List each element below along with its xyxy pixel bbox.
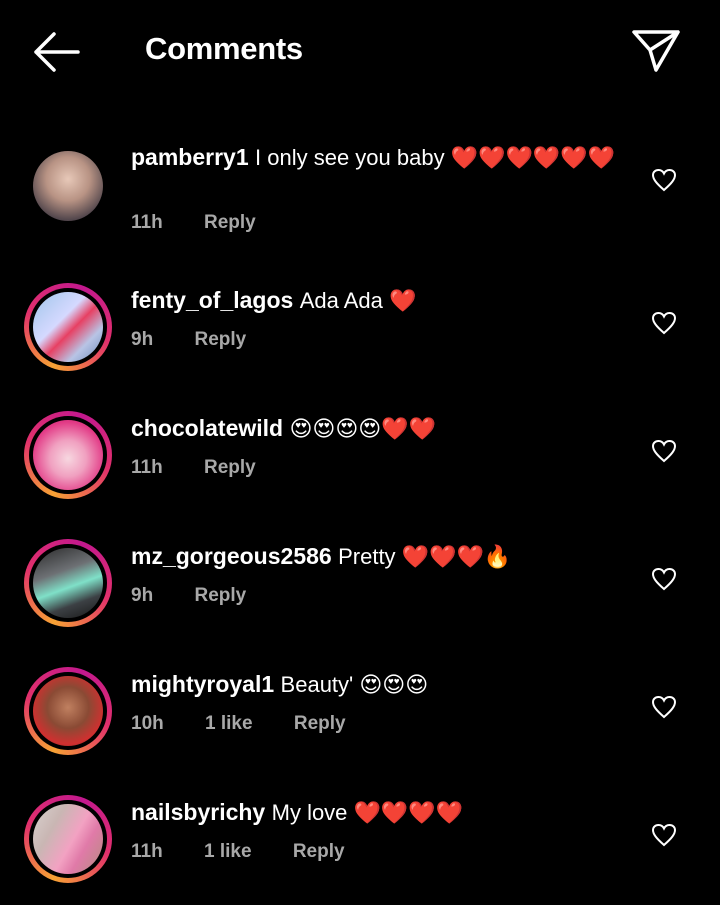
back-arrow-icon[interactable]: [30, 30, 82, 74]
comment-meta: 11h Reply: [131, 212, 292, 234]
comment-meta: 9h Reply: [131, 585, 282, 607]
like-heart-icon[interactable]: [651, 311, 677, 335]
page-title: Comments: [145, 31, 303, 66]
comment-item: chocolatewild 😍😍😍😍❤️❤️ 11h Reply: [0, 411, 720, 521]
comment-meta: 9h Reply: [131, 329, 282, 351]
comment-body: Pretty ❤️❤️❤️🔥: [338, 544, 512, 569]
reply-button[interactable]: Reply: [194, 585, 246, 606]
reply-button[interactable]: Reply: [294, 713, 346, 734]
like-heart-icon[interactable]: [651, 567, 677, 591]
like-heart-icon[interactable]: [651, 695, 677, 719]
comment-item: nailsbyrichy My love ❤️❤️❤️❤️ 11h 1 like…: [0, 795, 720, 905]
share-icon[interactable]: [630, 26, 682, 74]
comment-username[interactable]: nailsbyrichy: [131, 799, 265, 825]
comment-time: 9h: [131, 329, 154, 350]
comment-body: My love ❤️❤️❤️❤️: [271, 800, 464, 825]
like-count[interactable]: 1 like: [204, 841, 252, 862]
comment-text: nailsbyrichy My love ❤️❤️❤️❤️: [131, 798, 621, 827]
comment-username[interactable]: pamberry1: [131, 144, 249, 170]
comment-username[interactable]: mightyroyal1: [131, 671, 274, 697]
comment-text: mz_gorgeous2586 Pretty ❤️❤️❤️🔥: [131, 542, 621, 571]
comment-username[interactable]: fenty_of_lagos: [131, 287, 293, 313]
comment-item: mightyroyal1 Beauty' 😍😍😍 10h 1 like Repl…: [0, 667, 720, 777]
comment-item: mz_gorgeous2586 Pretty ❤️❤️❤️🔥 9h Reply: [0, 539, 720, 649]
comment-text: pamberry1 I only see you baby ❤️❤️❤️❤️❤️…: [131, 143, 621, 172]
avatar[interactable]: [24, 283, 112, 371]
comment-text: fenty_of_lagos Ada Ada ❤️: [131, 286, 621, 315]
reply-button[interactable]: Reply: [204, 457, 256, 478]
header: Comments: [0, 0, 720, 100]
comment-time: 10h: [131, 713, 164, 734]
avatar[interactable]: [24, 795, 112, 883]
avatar[interactable]: [24, 667, 112, 755]
comment-time: 11h: [131, 841, 163, 862]
comment-meta: 11h 1 like Reply: [131, 841, 381, 863]
comment-body: 😍😍😍😍❤️❤️: [289, 416, 437, 441]
like-count[interactable]: 1 like: [205, 713, 253, 734]
comment-username[interactable]: mz_gorgeous2586: [131, 543, 332, 569]
like-heart-icon[interactable]: [651, 823, 677, 847]
reply-button[interactable]: Reply: [293, 841, 345, 862]
avatar[interactable]: [24, 142, 112, 230]
reply-button[interactable]: Reply: [204, 212, 256, 233]
comment-item: fenty_of_lagos Ada Ada ❤️ 9h Reply: [0, 283, 720, 393]
comment-text: chocolatewild 😍😍😍😍❤️❤️: [131, 414, 621, 443]
comment-text: mightyroyal1 Beauty' 😍😍😍: [131, 670, 621, 699]
reply-button[interactable]: Reply: [194, 329, 246, 350]
comment-meta: 10h 1 like Reply: [131, 713, 382, 735]
comment-body: I only see you baby ❤️❤️❤️❤️❤️❤️: [255, 145, 616, 170]
comment-username[interactable]: chocolatewild: [131, 415, 283, 441]
comment-time: 11h: [131, 457, 163, 478]
comment-meta: 11h Reply: [131, 457, 292, 479]
comment-time: 9h: [131, 585, 154, 606]
like-heart-icon[interactable]: [651, 168, 677, 192]
comment-body: Ada Ada ❤️: [299, 288, 417, 313]
comment-body: Beauty' 😍😍😍: [280, 672, 429, 697]
comment-item: pamberry1 I only see you baby ❤️❤️❤️❤️❤️…: [0, 140, 720, 250]
avatar[interactable]: [24, 411, 112, 499]
avatar[interactable]: [24, 539, 112, 627]
like-heart-icon[interactable]: [651, 439, 677, 463]
comment-time: 11h: [131, 212, 163, 233]
